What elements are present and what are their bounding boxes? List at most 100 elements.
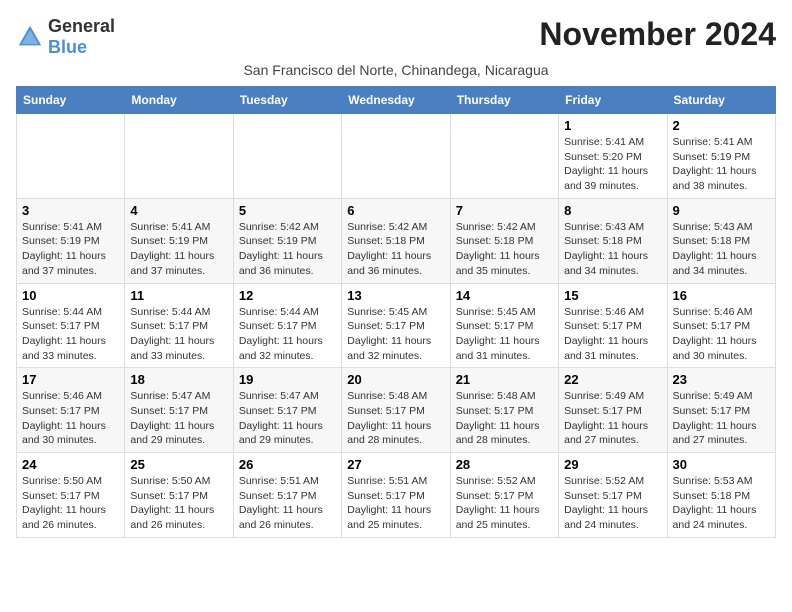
day-number: 22 [564, 372, 661, 387]
day-number: 28 [456, 457, 553, 472]
day-number: 24 [22, 457, 119, 472]
week-row-2: 10Sunrise: 5:44 AM Sunset: 5:17 PM Dayli… [17, 283, 776, 368]
day-info: Sunrise: 5:46 AM Sunset: 5:17 PM Dayligh… [22, 389, 119, 448]
day-header-sunday: Sunday [17, 87, 125, 114]
calendar-cell: 8 Sunrise: 5:43 AM Sunset: 5:18 PM Daylig… [559, 198, 667, 283]
calendar-cell: 5 Sunrise: 5:42 AM Sunset: 5:19 PM Daylig… [233, 198, 341, 283]
calendar-cell: 4 Sunrise: 5:41 AM Sunset: 5:19 PM Daylig… [125, 198, 233, 283]
day-info: Sunrise: 5:47 AM Sunset: 5:17 PM Dayligh… [239, 389, 336, 448]
subtitle: San Francisco del Norte, Chinandega, Nic… [16, 62, 776, 78]
day-info: Sunrise: 5:51 AM Sunset: 5:17 PM Dayligh… [239, 474, 336, 533]
day-info: Sunrise: 5:44 AM Sunset: 5:17 PM Dayligh… [22, 305, 119, 364]
day-number: 11 [130, 288, 227, 303]
day-info: Sunrise: 5:48 AM Sunset: 5:17 PM Dayligh… [347, 389, 444, 448]
day-header-saturday: Saturday [667, 87, 775, 114]
day-number: 26 [239, 457, 336, 472]
day-info: Sunrise: 5:47 AM Sunset: 5:17 PM Dayligh… [130, 389, 227, 448]
calendar-cell: 9 Sunrise: 5:43 AM Sunset: 5:18 PM Daylig… [667, 198, 775, 283]
day-info: Sunrise: 5:46 AM Sunset: 5:17 PM Dayligh… [564, 305, 661, 364]
day-number: 5 [239, 203, 336, 218]
day-info: Sunrise: 5:45 AM Sunset: 5:17 PM Dayligh… [456, 305, 553, 364]
calendar-cell: 25Sunrise: 5:50 AM Sunset: 5:17 PM Dayli… [125, 453, 233, 538]
calendar-cell: 26 Sunrise: 5:51 AM Sunset: 5:17 PM Dayli… [233, 453, 341, 538]
calendar-cell: 21Sunrise: 5:48 AM Sunset: 5:17 PM Dayli… [450, 368, 558, 453]
day-number: 9 [673, 203, 770, 218]
day-number: 14 [456, 288, 553, 303]
calendar-cell: 19 Sunrise: 5:47 AM Sunset: 5:17 PM Dayli… [233, 368, 341, 453]
week-row-4: 24 Sunrise: 5:50 AM Sunset: 5:17 PM Dayli… [17, 453, 776, 538]
day-info: Sunrise: 5:43 AM Sunset: 5:18 PM Dayligh… [673, 220, 770, 279]
day-info: Sunrise: 5:42 AM Sunset: 5:18 PM Dayligh… [456, 220, 553, 279]
month-title: November 2024 [539, 16, 776, 53]
week-row-3: 17 Sunrise: 5:46 AM Sunset: 5:17 PM Dayli… [17, 368, 776, 453]
day-number: 29 [564, 457, 661, 472]
calendar-header-row: SundayMondayTuesdayWednesdayThursdayFrid… [17, 87, 776, 114]
calendar-cell: 6Sunrise: 5:42 AM Sunset: 5:18 PM Daylig… [342, 198, 450, 283]
calendar-body: 1 Sunrise: 5:41 AM Sunset: 5:20 PM Daylig… [17, 114, 776, 538]
calendar-cell: 20Sunrise: 5:48 AM Sunset: 5:17 PM Dayli… [342, 368, 450, 453]
logo-text-general: General [48, 16, 115, 36]
day-number: 19 [239, 372, 336, 387]
day-number: 17 [22, 372, 119, 387]
calendar-cell: 14 Sunrise: 5:45 AM Sunset: 5:17 PM Dayli… [450, 283, 558, 368]
calendar-table: SundayMondayTuesdayWednesdayThursdayFrid… [16, 86, 776, 538]
calendar-cell: 27 Sunrise: 5:51 AM Sunset: 5:17 PM Dayli… [342, 453, 450, 538]
day-info: Sunrise: 5:41 AM Sunset: 5:20 PM Dayligh… [564, 135, 661, 194]
calendar-cell [342, 114, 450, 199]
calendar-cell: 12Sunrise: 5:44 AM Sunset: 5:17 PM Dayli… [233, 283, 341, 368]
week-row-1: 3Sunrise: 5:41 AM Sunset: 5:19 PM Daylig… [17, 198, 776, 283]
day-info: Sunrise: 5:42 AM Sunset: 5:19 PM Dayligh… [239, 220, 336, 279]
calendar-cell: 1 Sunrise: 5:41 AM Sunset: 5:20 PM Daylig… [559, 114, 667, 199]
day-info: Sunrise: 5:49 AM Sunset: 5:17 PM Dayligh… [673, 389, 770, 448]
day-header-monday: Monday [125, 87, 233, 114]
day-info: Sunrise: 5:43 AM Sunset: 5:18 PM Dayligh… [564, 220, 661, 279]
calendar-cell: 13Sunrise: 5:45 AM Sunset: 5:17 PM Dayli… [342, 283, 450, 368]
day-header-tuesday: Tuesday [233, 87, 341, 114]
header: General Blue November 2024 [16, 16, 776, 58]
calendar-cell: 11 Sunrise: 5:44 AM Sunset: 5:17 PM Dayli… [125, 283, 233, 368]
day-number: 15 [564, 288, 661, 303]
calendar-cell: 7Sunrise: 5:42 AM Sunset: 5:18 PM Daylig… [450, 198, 558, 283]
calendar-cell: 17 Sunrise: 5:46 AM Sunset: 5:17 PM Dayli… [17, 368, 125, 453]
day-info: Sunrise: 5:41 AM Sunset: 5:19 PM Dayligh… [130, 220, 227, 279]
calendar-cell: 29 Sunrise: 5:52 AM Sunset: 5:17 PM Dayli… [559, 453, 667, 538]
day-number: 8 [564, 203, 661, 218]
day-number: 4 [130, 203, 227, 218]
day-header-friday: Friday [559, 87, 667, 114]
day-info: Sunrise: 5:44 AM Sunset: 5:17 PM Dayligh… [130, 305, 227, 364]
calendar-cell: 23Sunrise: 5:49 AM Sunset: 5:17 PM Dayli… [667, 368, 775, 453]
day-info: Sunrise: 5:50 AM Sunset: 5:17 PM Dayligh… [22, 474, 119, 533]
calendar-cell [450, 114, 558, 199]
calendar-cell: 16 Sunrise: 5:46 AM Sunset: 5:17 PM Dayli… [667, 283, 775, 368]
day-number: 18 [130, 372, 227, 387]
day-info: Sunrise: 5:41 AM Sunset: 5:19 PM Dayligh… [673, 135, 770, 194]
calendar-cell: 18 Sunrise: 5:47 AM Sunset: 5:17 PM Dayli… [125, 368, 233, 453]
calendar-cell [125, 114, 233, 199]
day-header-wednesday: Wednesday [342, 87, 450, 114]
calendar-cell [233, 114, 341, 199]
day-info: Sunrise: 5:46 AM Sunset: 5:17 PM Dayligh… [673, 305, 770, 364]
logo-icon [16, 23, 44, 51]
calendar-cell: 24 Sunrise: 5:50 AM Sunset: 5:17 PM Dayli… [17, 453, 125, 538]
day-info: Sunrise: 5:49 AM Sunset: 5:17 PM Dayligh… [564, 389, 661, 448]
calendar-cell: 22 Sunrise: 5:49 AM Sunset: 5:17 PM Dayli… [559, 368, 667, 453]
calendar-cell: 30 Sunrise: 5:53 AM Sunset: 5:18 PM Dayli… [667, 453, 775, 538]
day-number: 30 [673, 457, 770, 472]
day-info: Sunrise: 5:51 AM Sunset: 5:17 PM Dayligh… [347, 474, 444, 533]
day-number: 6 [347, 203, 444, 218]
day-info: Sunrise: 5:52 AM Sunset: 5:17 PM Dayligh… [564, 474, 661, 533]
day-info: Sunrise: 5:53 AM Sunset: 5:18 PM Dayligh… [673, 474, 770, 533]
calendar-cell: 28Sunrise: 5:52 AM Sunset: 5:17 PM Dayli… [450, 453, 558, 538]
day-info: Sunrise: 5:48 AM Sunset: 5:17 PM Dayligh… [456, 389, 553, 448]
day-number: 27 [347, 457, 444, 472]
day-number: 13 [347, 288, 444, 303]
day-info: Sunrise: 5:50 AM Sunset: 5:17 PM Dayligh… [130, 474, 227, 533]
day-number: 1 [564, 118, 661, 133]
calendar-cell: 15 Sunrise: 5:46 AM Sunset: 5:17 PM Dayli… [559, 283, 667, 368]
day-info: Sunrise: 5:41 AM Sunset: 5:19 PM Dayligh… [22, 220, 119, 279]
calendar-cell: 2 Sunrise: 5:41 AM Sunset: 5:19 PM Daylig… [667, 114, 775, 199]
day-header-thursday: Thursday [450, 87, 558, 114]
day-number: 16 [673, 288, 770, 303]
calendar-cell [17, 114, 125, 199]
day-number: 2 [673, 118, 770, 133]
